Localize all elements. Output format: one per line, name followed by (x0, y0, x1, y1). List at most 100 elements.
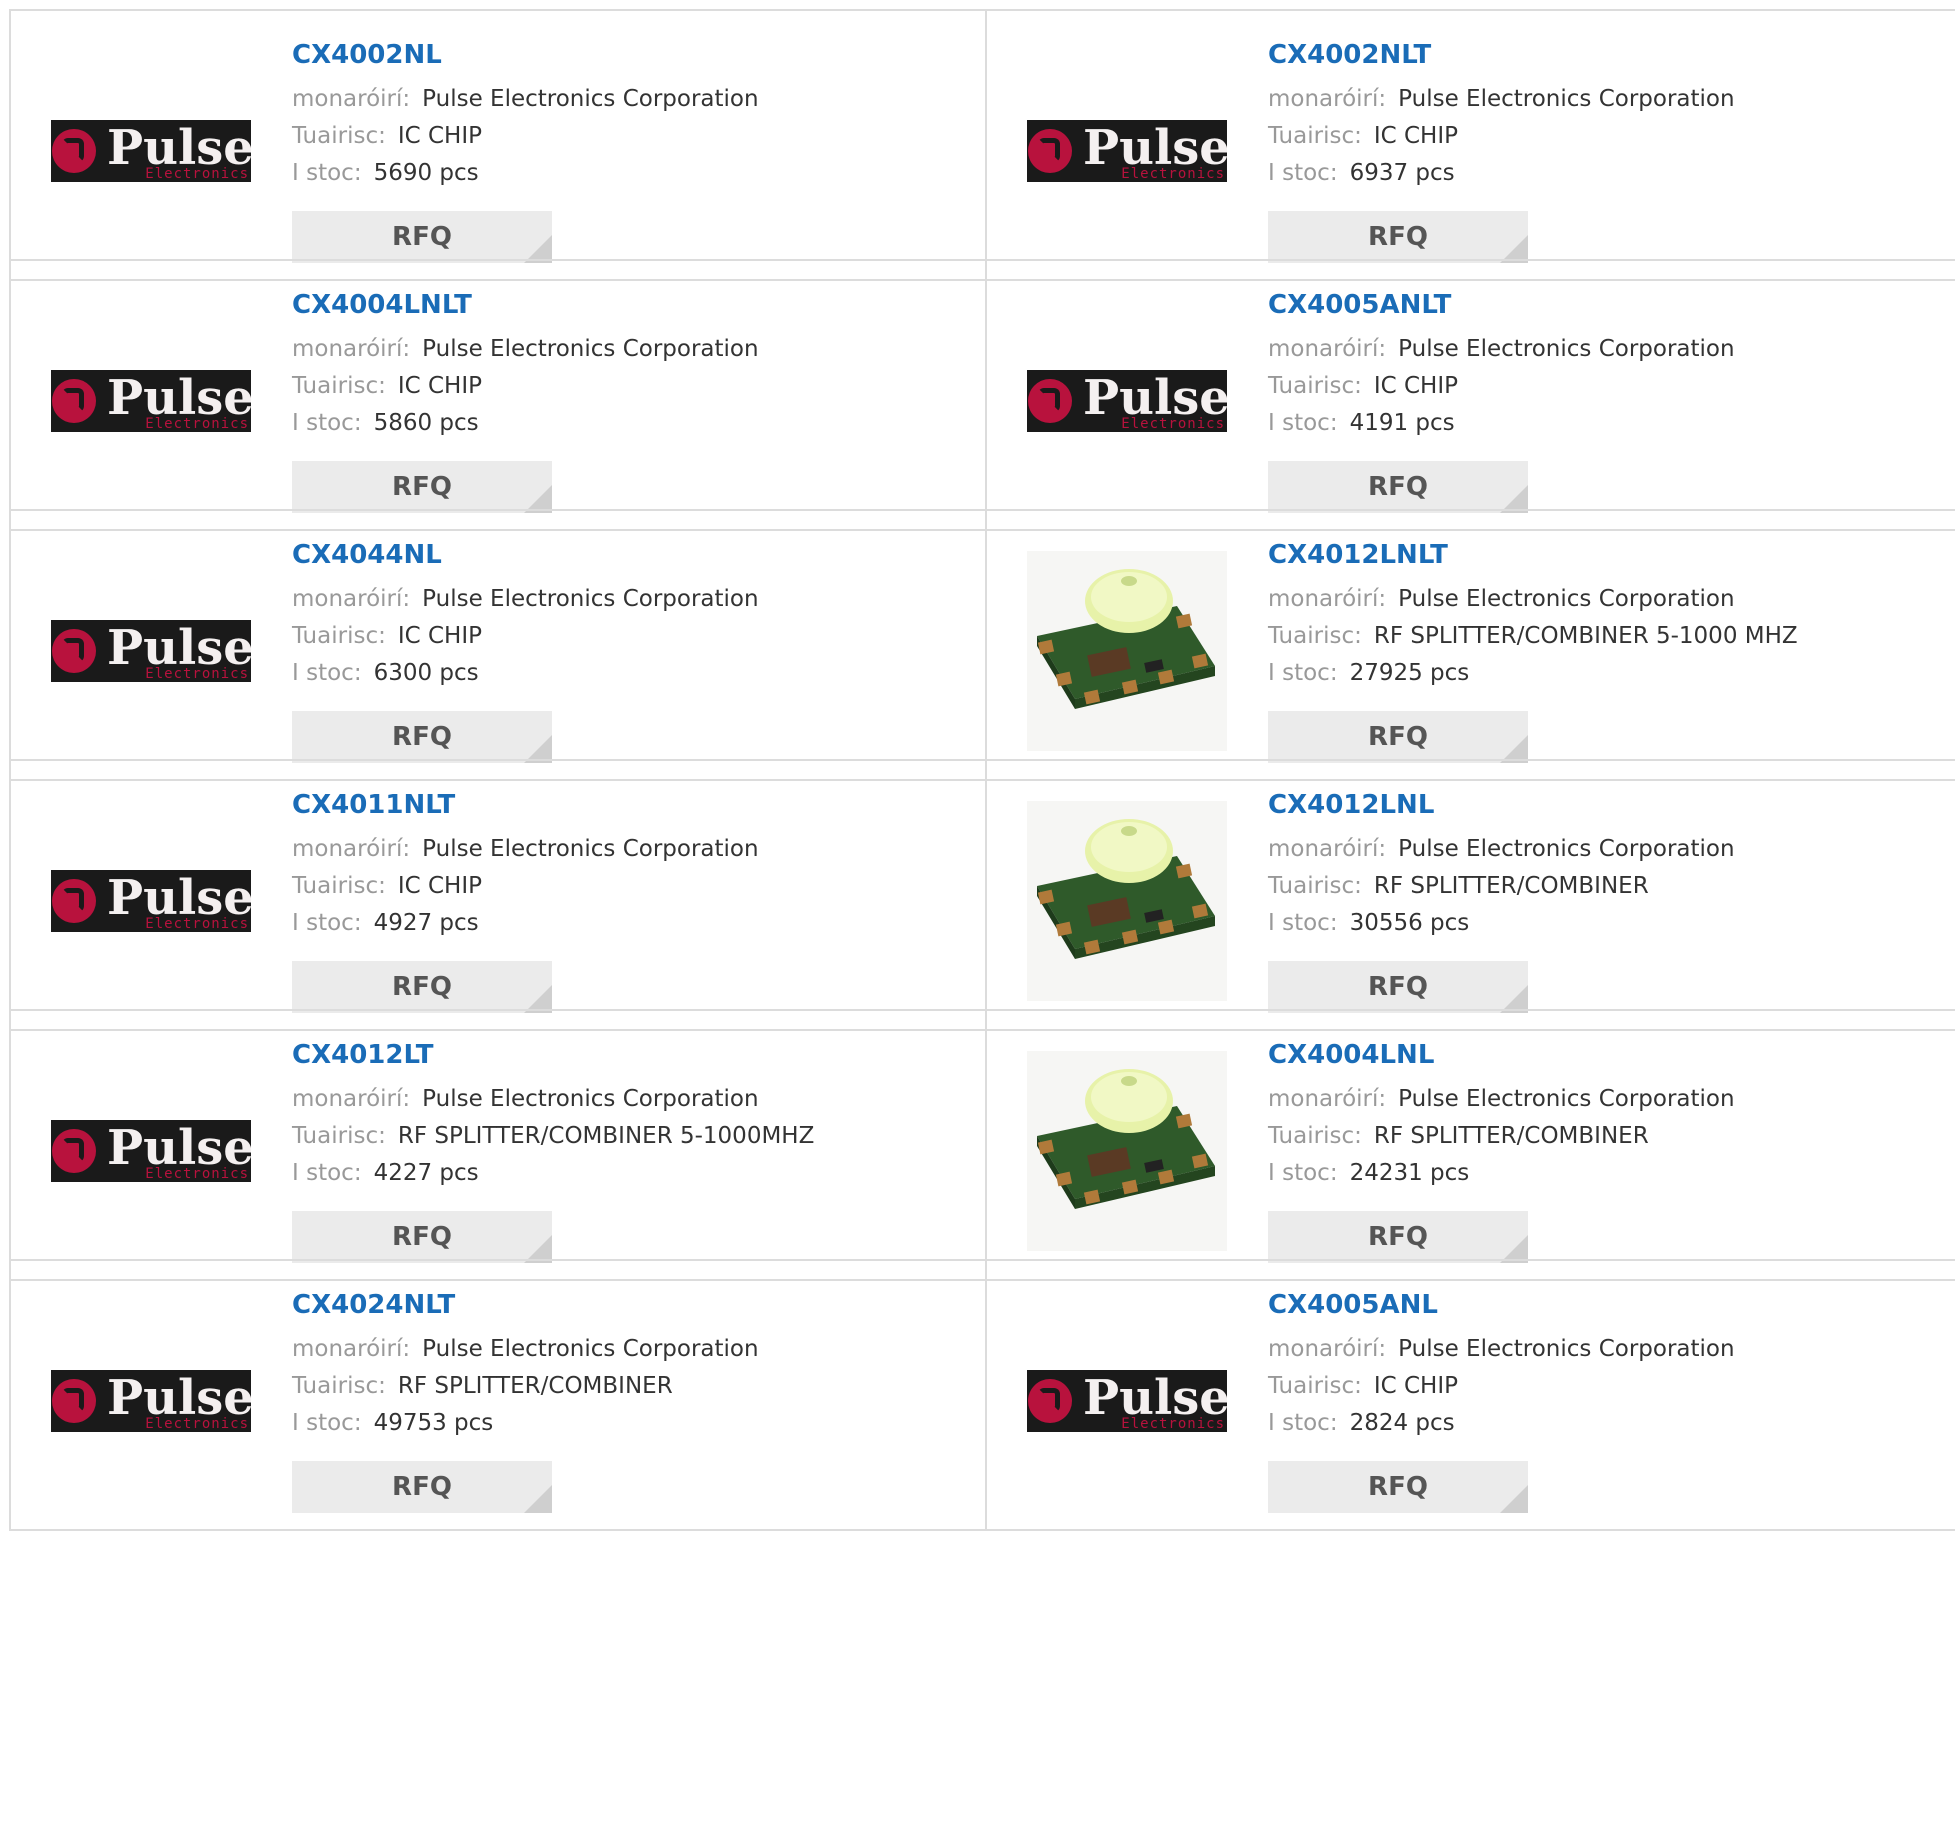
part-number-link[interactable]: CX4005ANLT (1268, 289, 1735, 321)
part-number-link[interactable]: CX4004LNL (1268, 1039, 1735, 1071)
manufacturer-row: monaróirí: Pulse Electronics Corporation (1268, 1331, 1735, 1368)
pulse-electronics-logo: Pulse Electronics (51, 120, 251, 182)
chip-icon (1037, 1069, 1215, 1209)
stock-value: 30556 pcs (1349, 910, 1470, 936)
stock-label: I stoc: (292, 660, 362, 686)
product-info: CX4024NLT monaróirí: Pulse Electronics Co… (292, 1289, 759, 1442)
stock-label: I stoc: (1268, 910, 1338, 936)
description-label: Tuairisc: (1268, 873, 1362, 899)
product-info: CX4002NL monaróirí: Pulse Electronics Cor… (292, 39, 759, 192)
part-number-link[interactable]: CX4012LT (292, 1039, 814, 1071)
product-card: CX4004LNL monaróirí: Pulse Electronics Co… (987, 1011, 1955, 1279)
description-row: Tuairisc: IC CHIP (1268, 1368, 1735, 1405)
product-image[interactable]: Pulse Electronics (51, 51, 251, 251)
product-info: CX4004LNLT monaróirí: Pulse Electronics C… (292, 289, 759, 442)
rfq-button[interactable]: RFQ (292, 1461, 552, 1513)
product-card: Pulse Electronics CX4005ANL monaróirí: Pu… (987, 1261, 1955, 1529)
stock-row: I stoc: 5690 pcs (292, 155, 759, 192)
pulse-electronics-logo: Pulse Electronics (51, 1370, 251, 1432)
pulse-electronics-logo: Pulse Electronics (51, 1120, 251, 1182)
description-value: IC CHIP (397, 123, 483, 149)
description-value: RF SPLITTER/COMBINER (1373, 1123, 1649, 1149)
part-number-link[interactable]: CX4024NLT (292, 1289, 759, 1321)
rfq-button[interactable]: RFQ (1268, 961, 1528, 1013)
product-card: Pulse Electronics CX4012LT monaróirí: Pul… (11, 1011, 987, 1279)
part-number-link[interactable]: CX4004LNLT (292, 289, 759, 321)
rf-splitter-chip-photo (1027, 1051, 1227, 1251)
rfq-button-label: RFQ (392, 222, 452, 252)
part-number-link[interactable]: CX4005ANL (1268, 1289, 1735, 1321)
rfq-button[interactable]: RFQ (1268, 461, 1528, 513)
rfq-button-label: RFQ (392, 722, 452, 752)
logo-sub-text: Electronics (145, 666, 249, 682)
description-label: Tuairisc: (1268, 1373, 1362, 1399)
product-card: Pulse Electronics CX4024NLT monaróirí: Pu… (11, 1261, 987, 1529)
product-info: CX4004LNL monaróirí: Pulse Electronics Co… (1268, 1039, 1735, 1192)
rfq-button[interactable]: RFQ (292, 1211, 552, 1263)
manufacturer-label: monaróirí: (292, 836, 411, 862)
rfq-button[interactable]: RFQ (1268, 1211, 1528, 1263)
description-label: Tuairisc: (292, 1123, 386, 1149)
product-image[interactable]: Pulse Electronics (1027, 51, 1227, 251)
product-image[interactable]: Pulse Electronics (1027, 301, 1227, 501)
product-info: CX4012LNL monaróirí: Pulse Electronics Co… (1268, 789, 1735, 942)
description-row: Tuairisc: IC CHIP (292, 618, 759, 655)
part-number-link[interactable]: CX4002NL (292, 39, 759, 71)
part-number-link[interactable]: CX4044NL (292, 539, 759, 571)
rfq-button[interactable]: RFQ (292, 961, 552, 1013)
part-number-link[interactable]: CX4012LNL (1268, 789, 1735, 821)
stock-label: I stoc: (1268, 1160, 1338, 1186)
stock-label: I stoc: (1268, 660, 1338, 686)
manufacturer-value: Pulse Electronics Corporation (422, 586, 759, 612)
product-image[interactable] (1027, 551, 1227, 751)
product-row: Pulse Electronics CX4011NLT monaróirí: Pu… (9, 759, 1955, 1031)
stock-row: I stoc: 4927 pcs (292, 905, 759, 942)
description-row: Tuairisc: RF SPLITTER/COMBINER 5-1000MHZ (292, 1118, 814, 1155)
pulse-logo-icon (52, 1129, 96, 1173)
product-info: CX4012LNLT monaróirí: Pulse Electronics C… (1268, 539, 1798, 692)
part-number-link[interactable]: CX4012LNLT (1268, 539, 1798, 571)
stock-label: I stoc: (1268, 410, 1338, 436)
part-number-link[interactable]: CX4002NLT (1268, 39, 1735, 71)
stock-row: I stoc: 6300 pcs (292, 655, 759, 692)
description-label: Tuairisc: (1268, 123, 1362, 149)
chip-icon (1037, 569, 1215, 709)
product-image[interactable]: Pulse Electronics (1027, 1301, 1227, 1501)
rfq-button-label: RFQ (1368, 472, 1428, 502)
product-image[interactable]: Pulse Electronics (51, 1301, 251, 1501)
pulse-electronics-logo: Pulse Electronics (1027, 370, 1227, 432)
logo-sub-text: Electronics (145, 166, 249, 182)
manufacturer-label: monaróirí: (292, 586, 411, 612)
stock-label: I stoc: (292, 410, 362, 436)
rfq-button-label: RFQ (392, 472, 452, 502)
product-image[interactable]: Pulse Electronics (51, 1051, 251, 1251)
rfq-button[interactable]: RFQ (1268, 1461, 1528, 1513)
description-label: Tuairisc: (1268, 1123, 1362, 1149)
description-value: IC CHIP (397, 373, 483, 399)
description-row: Tuairisc: RF SPLITTER/COMBINER (1268, 1118, 1735, 1155)
description-label: Tuairisc: (292, 623, 386, 649)
rfq-button-label: RFQ (1368, 972, 1428, 1002)
pulse-logo-icon (52, 379, 96, 423)
rfq-button[interactable]: RFQ (1268, 711, 1528, 763)
product-card: Pulse Electronics CX4005ANLT monaróirí: P… (987, 261, 1955, 529)
product-info: CX4011NLT monaróirí: Pulse Electronics Co… (292, 789, 759, 942)
stock-row: I stoc: 27925 pcs (1268, 655, 1798, 692)
rfq-button[interactable]: RFQ (1268, 211, 1528, 263)
product-image[interactable]: Pulse Electronics (51, 301, 251, 501)
rfq-button[interactable]: RFQ (292, 711, 552, 763)
part-number-link[interactable]: CX4011NLT (292, 789, 759, 821)
rfq-button[interactable]: RFQ (292, 461, 552, 513)
product-image[interactable] (1027, 801, 1227, 1001)
manufacturer-row: monaróirí: Pulse Electronics Corporation (292, 81, 759, 118)
product-info: CX4002NLT monaróirí: Pulse Electronics Co… (1268, 39, 1735, 192)
product-card: CX4012LNLT monaróirí: Pulse Electronics C… (987, 511, 1955, 779)
product-image[interactable]: Pulse Electronics (51, 551, 251, 751)
description-row: Tuairisc: RF SPLITTER/COMBINER (292, 1368, 759, 1405)
product-image[interactable] (1027, 1051, 1227, 1251)
stock-value: 5690 pcs (373, 160, 479, 186)
logo-sub-text: Electronics (1121, 416, 1225, 432)
stock-row: I stoc: 4191 pcs (1268, 405, 1735, 442)
rfq-button[interactable]: RFQ (292, 211, 552, 263)
product-image[interactable]: Pulse Electronics (51, 801, 251, 1001)
